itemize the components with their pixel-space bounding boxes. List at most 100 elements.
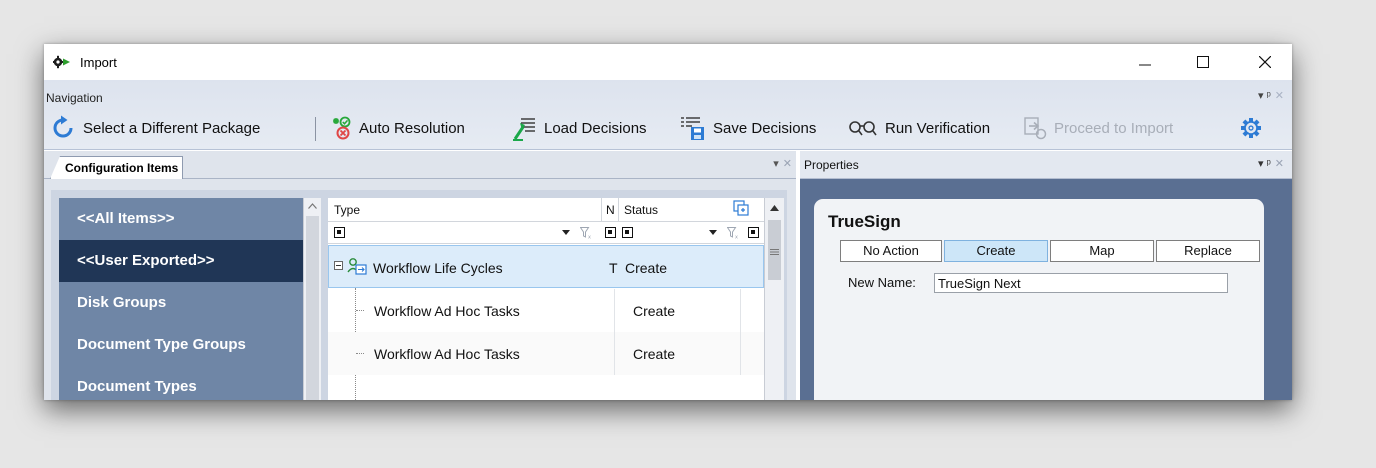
import-window: Import Navigation ▾ ᵖ ✕ Select a Differen…: [44, 44, 1292, 400]
category-user-exported[interactable]: <<User Exported>>: [59, 240, 303, 282]
minimize-button[interactable]: [1128, 50, 1162, 74]
filter-dropdown-icon[interactable]: [709, 230, 717, 235]
column-header-n[interactable]: N: [606, 203, 615, 217]
category-list-scrollbar[interactable]: [303, 198, 321, 400]
filter-extra-checkbox[interactable]: [748, 227, 759, 238]
category-document-type-groups[interactable]: Document Type Groups: [59, 324, 303, 366]
scroll-up-icon[interactable]: [770, 205, 779, 211]
window-title: Import: [80, 55, 117, 70]
settings-button[interactable]: [1240, 115, 1269, 141]
title-bar: Import: [44, 44, 1292, 80]
properties-panel-controls[interactable]: ▾ ᵖ ✕: [1258, 157, 1284, 170]
items-grid: Type N Status x x Workflow Life Cycles T…: [328, 198, 784, 400]
option-map-button[interactable]: Map: [1050, 240, 1154, 262]
select-package-button[interactable]: Select a Different Package: [50, 115, 260, 141]
select-package-label: Select a Different Package: [83, 119, 261, 137]
load-list-icon: [513, 118, 535, 141]
filter-n-checkbox[interactable]: [605, 227, 616, 238]
clear-filter-icon[interactable]: x: [580, 227, 592, 239]
row-type: Workflow Ad Hoc Tasks: [374, 346, 520, 362]
new-name-label: New Name:: [848, 275, 916, 290]
auto-resolution-button[interactable]: Auto Resolution: [330, 115, 465, 141]
proceed-to-import-label: Proceed to Import: [1054, 119, 1174, 137]
row-n: T: [609, 260, 618, 276]
row-status: Create: [625, 260, 668, 276]
category-document-types[interactable]: Document Types: [59, 366, 303, 400]
tab-configuration-items[interactable]: Configuration Items: [50, 156, 184, 179]
category-disk-groups[interactable]: Disk Groups: [59, 282, 303, 324]
grid-header: Type N Status: [328, 198, 768, 222]
table-row[interactable]: Workflow Ad Hoc Tasks Create: [328, 332, 764, 375]
column-header-status[interactable]: Status: [624, 203, 658, 217]
pin-icon[interactable]: ᵖ: [1267, 158, 1271, 170]
load-decisions-label: Load Decisions: [544, 119, 647, 137]
column-divider: [614, 332, 615, 375]
save-list-icon: [681, 117, 704, 140]
auto-resolution-label: Auto Resolution: [359, 119, 465, 137]
properties-title: Properties: [804, 158, 859, 172]
properties-panel: Properties ▾ ᵖ ✕ TrueSign No Action Creat…: [800, 151, 1292, 400]
config-panel-controls[interactable]: ▾ ✕: [773, 157, 792, 170]
configuration-content: <<All Items>> <<User Exported>> Disk Gro…: [51, 190, 787, 400]
collapse-icon[interactable]: [334, 261, 343, 270]
svg-text:x: x: [735, 235, 738, 240]
new-name-input[interactable]: [934, 273, 1228, 293]
option-create-button[interactable]: Create: [944, 240, 1048, 262]
navigation-title: Navigation: [46, 91, 103, 105]
column-chooser-icon[interactable]: [733, 200, 751, 218]
row-status: Create: [633, 346, 676, 362]
scroll-thumb[interactable]: [306, 216, 319, 400]
navigation-pane-controls[interactable]: ▾ ᵖ ✕: [1258, 89, 1284, 102]
close-icon[interactable]: ✕: [783, 158, 792, 170]
pin-icon[interactable]: ᵖ: [1267, 90, 1271, 102]
close-button[interactable]: [1248, 50, 1282, 74]
tree-branch: [356, 353, 364, 354]
item-name: TrueSign: [828, 212, 901, 231]
toolbar-separator: [315, 117, 316, 141]
navigation-toolbar: Select a Different Package Auto Resoluti…: [44, 110, 1292, 146]
tab-strip: Configuration Items ▾ ✕: [44, 151, 796, 179]
proceed-import-icon: [1024, 117, 1047, 140]
load-decisions-button[interactable]: Load Decisions: [511, 115, 647, 141]
clear-filter-icon[interactable]: x: [727, 227, 739, 239]
option-replace-button[interactable]: Replace: [1156, 240, 1260, 262]
navigation-pane: Navigation ▾ ᵖ ✕ Select a Different Packa…: [44, 80, 1292, 150]
save-decisions-button[interactable]: Save Decisions: [680, 115, 816, 141]
option-no-action-button[interactable]: No Action: [840, 240, 942, 262]
save-decisions-label: Save Decisions: [713, 119, 817, 137]
maximize-button[interactable]: [1186, 50, 1220, 74]
column-divider: [740, 289, 741, 332]
properties-header: Properties ▾ ᵖ ✕: [800, 151, 1292, 179]
workflow-group-icon: [347, 258, 367, 275]
refresh-icon: [53, 115, 73, 138]
filter-dropdown-icon[interactable]: [562, 230, 570, 235]
scroll-up-icon[interactable]: [308, 203, 317, 209]
filter-type-checkbox[interactable]: [334, 227, 345, 238]
auto-resolution-icon: [333, 116, 351, 140]
column-header-type[interactable]: Type: [334, 203, 360, 217]
close-icon[interactable]: ✕: [1275, 158, 1284, 170]
grip-icon: [770, 249, 779, 255]
filter-status-checkbox[interactable]: [622, 227, 633, 238]
column-divider: [614, 289, 615, 332]
table-row[interactable]: Workflow Life Cycles T Create: [328, 245, 764, 288]
run-verification-label: Run Verification: [885, 119, 991, 137]
run-verification-button[interactable]: Run Verification: [848, 115, 990, 141]
filter-row: x x: [328, 222, 768, 244]
properties-card: TrueSign No Action Create Map Replace Ne…: [814, 199, 1264, 400]
close-icon[interactable]: ✕: [1275, 90, 1284, 102]
gear-icon: [1241, 118, 1261, 138]
column-divider: [618, 198, 619, 222]
grid-scrollbar[interactable]: [764, 198, 784, 400]
svg-text:x: x: [588, 235, 591, 240]
table-row[interactable]: Workflow Ad Hoc Tasks Create: [328, 289, 764, 332]
configuration-items-panel: Configuration Items ▾ ✕ <<All Items>> <<U…: [44, 151, 796, 400]
row-status: Create: [633, 303, 676, 319]
category-all-items[interactable]: <<All Items>>: [59, 198, 303, 240]
tree-branch: [356, 310, 364, 311]
binoculars-icon: [849, 121, 877, 136]
proceed-to-import-button[interactable]: Proceed to Import: [1023, 115, 1173, 141]
row-type: Workflow Ad Hoc Tasks: [374, 303, 520, 319]
import-app-icon: [52, 55, 71, 69]
category-list: <<All Items>> <<User Exported>> Disk Gro…: [59, 198, 303, 400]
